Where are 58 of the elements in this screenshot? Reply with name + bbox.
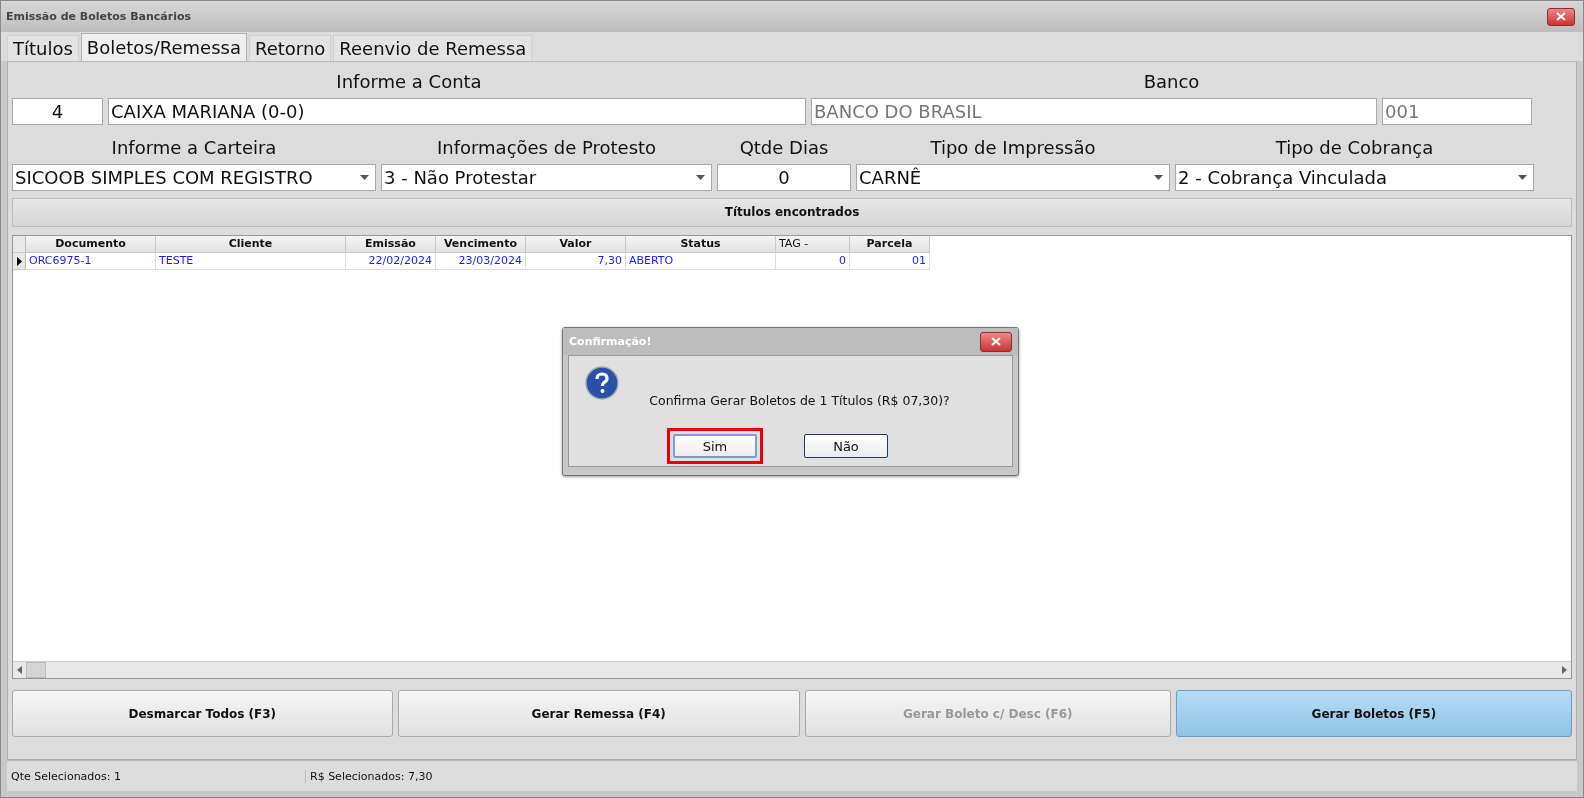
tab[interactable]: Retorno <box>249 35 332 61</box>
dropdown[interactable]: SICOOB SIMPLES COM REGISTRO <box>12 164 376 191</box>
action-button[interactable]: Gerar Boletos (F5) <box>1175 690 1572 737</box>
field-label: Banco <box>1142 70 1201 94</box>
column-header[interactable]: Emissão <box>346 236 436 253</box>
status-text: R$ Selecionados: 7,30 <box>309 769 433 783</box>
tab[interactable]: Reenvio de Remessa <box>333 35 533 61</box>
column-header[interactable]: TAG - <box>776 236 850 253</box>
account-name-field[interactable]: CAIXA MARIANA (0-0) <box>108 98 806 125</box>
close-button[interactable] <box>980 331 1012 352</box>
caret-icon <box>360 175 369 180</box>
dropdown[interactable]: 2 - Cobrança Vinculada <box>1175 164 1534 191</box>
column-header[interactable]: Parcela <box>850 236 930 253</box>
field-label: Informações de Protesto <box>435 136 658 160</box>
account-code-field[interactable]: 4 <box>12 98 103 125</box>
window-title: Emissão de Boletos Bancários <box>6 10 192 23</box>
table-cell: 7,30 <box>526 253 626 270</box>
table-cell: ORC6975-1 <box>26 253 156 270</box>
horizontal-scrollbar[interactable] <box>13 661 1571 678</box>
table-title: Títulos encontrados <box>12 198 1572 227</box>
column-header[interactable]: Cliente <box>156 236 346 253</box>
table-cell: TESTE <box>156 253 346 270</box>
table-cell: 22/02/2024 <box>346 253 436 270</box>
scroll-thumb[interactable] <box>26 662 46 678</box>
field-label: Informe a Carteira <box>110 136 278 160</box>
column-header[interactable]: Valor <box>526 236 626 253</box>
table-cell: 0 <box>776 253 850 270</box>
question-icon <box>585 366 619 400</box>
dropdown[interactable]: 3 - Não Protestar <box>381 164 712 191</box>
dialog-message: Confirma Gerar Boletos de 1 Títulos (R$ 07,30)? <box>649 393 950 408</box>
days-field[interactable]: 0 <box>717 164 851 191</box>
caret-icon <box>696 175 705 180</box>
field-label: Qtde Dias <box>738 136 830 160</box>
bank-code-field[interactable]: 001 <box>1382 98 1532 125</box>
close-icon <box>1556 12 1566 21</box>
table-cell: 01 <box>850 253 930 270</box>
dialog-title: Confirmação! <box>569 335 652 348</box>
dialog-button[interactable]: Sim <box>673 434 757 458</box>
status-text: Qte Selecionados: 1 <box>7 769 306 783</box>
column-header[interactable]: Vencimento <box>436 236 526 253</box>
column-header[interactable]: Documento <box>26 236 156 253</box>
caret-icon <box>1518 175 1527 180</box>
bank-name-field[interactable]: BANCO DO BRASIL <box>811 98 1377 125</box>
close-button[interactable] <box>1547 7 1575 26</box>
tab[interactable]: Títulos <box>7 35 79 61</box>
dialog-button[interactable]: Não <box>804 434 888 458</box>
tab[interactable]: Boletos/Remessa <box>80 33 247 61</box>
field-label: Tipo de Cobrança <box>1274 136 1435 160</box>
column-header[interactable]: Status <box>626 236 776 253</box>
field-label: Tipo de Impressão <box>929 136 1097 160</box>
table-cell: ABERTO <box>626 253 776 270</box>
table-cell: 23/03/2024 <box>436 253 526 270</box>
action-button[interactable]: Desmarcar Todos (F3) <box>12 690 393 737</box>
action-button[interactable]: Gerar Remessa (F4) <box>397 690 800 737</box>
field-label: Informe a Conta <box>335 70 483 94</box>
dropdown[interactable]: CARNÊ <box>856 164 1170 191</box>
caret-icon <box>1154 175 1163 180</box>
close-icon <box>991 337 1001 346</box>
